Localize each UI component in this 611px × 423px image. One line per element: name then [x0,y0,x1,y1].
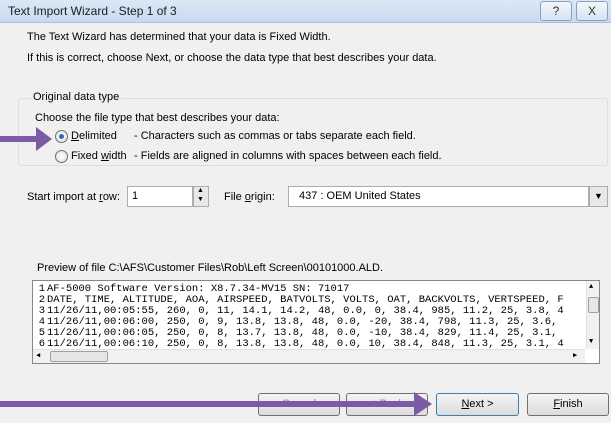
fixed-width-description: - Fields are aligned in columns with spa… [134,150,442,162]
delimited-accel: D [71,130,79,142]
file-origin-label-post: rigin: [250,191,275,203]
start-row-value: 1 [132,190,139,202]
preview-pane[interactable]: 1 AF-5000 Software Version: X8.7.34-MV15 … [32,280,600,364]
file-origin-label: File origin: [224,191,275,203]
close-icon: X [587,4,596,18]
vertical-scroll-thumb[interactable] [588,297,599,313]
scroll-up-icon[interactable]: ▲ [589,283,593,291]
scroll-down-icon[interactable]: ▼ [589,338,593,346]
scroll-left-icon[interactable]: ◀ [36,351,40,360]
intro-line-1: The Text Wizard has determined that your… [27,31,331,43]
vertical-scrollbar[interactable]: ▲ ▼ [586,281,599,349]
chevron-down-icon[interactable]: ▼ [594,191,603,201]
intro-line-2: If this is correct, choose Next, or choo… [27,52,437,64]
file-type-prompt: Choose the file type that best describes… [35,112,280,124]
file-origin-select[interactable]: 437 : OEM United States [288,186,589,207]
window-title: Text Import Wizard - Step 1 of 3 [8,4,177,18]
horizontal-scrollbar[interactable]: ◀ ▶ [33,349,585,363]
horizontal-scroll-thumb[interactable] [50,351,108,362]
scroll-right-icon[interactable]: ▶ [573,351,577,360]
file-origin-label-pre: File [224,191,245,203]
text-import-wizard-dialog: Text Import Wizard - Step 1 of 3 ? X The… [0,0,611,423]
annotation-arrow-shaft-1 [0,136,38,142]
next-button[interactable]: Next > [436,393,519,416]
annotation-arrowhead-1 [36,127,52,151]
fixed-width-accel: w [100,150,109,162]
delimited-description: - Characters such as commas or tabs sepa… [134,130,416,142]
delimited-label-post: elimited [78,130,117,142]
file-origin-dropdown[interactable]: ▼ [589,186,608,207]
start-row-spinner[interactable]: ▲ ▼ [193,186,209,207]
start-row-label-post: ow: [102,191,120,203]
start-row-label: Start import at row: [27,191,120,203]
start-row-input[interactable]: 1 [127,186,193,207]
annotation-arrowhead-2 [414,392,432,416]
delimited-label[interactable]: Delimited [71,130,117,142]
help-button[interactable]: ? [540,1,572,21]
fixed-width-label[interactable]: Fixed width [71,150,127,162]
fixed-width-label-post: idth [108,150,127,162]
preview-label: Preview of file C:\AFS\Customer Files\Ro… [37,262,384,274]
finish-label: inish [560,398,583,410]
finish-button[interactable]: Finish [527,393,609,416]
help-icon: ? [552,4,560,18]
group-legend: Original data type [31,91,122,103]
close-button[interactable]: X [576,1,608,21]
delimited-radio[interactable] [55,130,68,143]
file-origin-value: 437 : OEM United States [299,190,421,202]
spin-up-icon[interactable]: ▲ [197,187,204,194]
spin-down-icon[interactable]: ▼ [197,196,204,203]
annotation-arrow-shaft-2 [0,401,416,407]
start-row-label-pre: Start import at [27,191,100,203]
title-bar: Text Import Wizard - Step 1 of 3 ? X [0,0,611,23]
next-label: ext > [469,398,494,410]
fixed-width-label-pre: Fixed [71,150,101,162]
fixed-width-radio[interactable] [55,150,68,163]
